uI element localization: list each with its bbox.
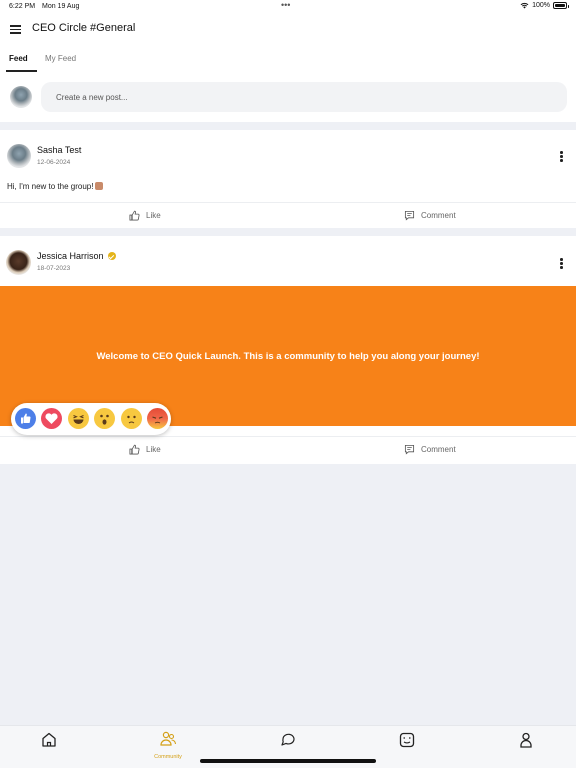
post-actions: Like Comment	[0, 436, 576, 461]
comment-button[interactable]: Comment	[404, 210, 456, 221]
reaction-like-icon[interactable]	[15, 408, 36, 429]
status-bar: 6:22 PM Mon 19 Aug ••• 100%	[0, 0, 576, 14]
reaction-picker	[11, 403, 171, 435]
verified-badge-icon	[107, 252, 116, 260]
battery-fill	[555, 4, 565, 7]
chat-icon	[281, 733, 295, 746]
thumbs-up-icon	[129, 444, 140, 455]
thumbs-up-icon	[129, 210, 140, 221]
author-name: Sasha Test	[37, 145, 82, 155]
reaction-love-icon[interactable]	[41, 408, 62, 429]
battery-percent: 100%	[532, 2, 550, 9]
reaction-haha-icon[interactable]	[68, 408, 89, 429]
wifi-icon	[520, 2, 529, 9]
hamburger-menu-icon[interactable]	[10, 25, 21, 34]
community-icon	[160, 731, 177, 746]
avatar[interactable]	[6, 250, 31, 275]
comment-label: Comment	[421, 445, 456, 454]
avatar[interactable]	[7, 144, 31, 168]
profile-icon	[520, 732, 532, 748]
journal-icon	[399, 732, 415, 748]
author-name: Jessica Harrison	[37, 251, 104, 261]
avatar[interactable]	[10, 86, 32, 108]
like-label: Like	[146, 211, 161, 220]
like-label: Like	[146, 445, 161, 454]
home-indicator[interactable]	[200, 759, 376, 763]
nav-chat[interactable]	[268, 731, 308, 754]
tab-feed[interactable]: Feed	[9, 54, 28, 63]
post-author[interactable]: Sasha Test	[37, 145, 81, 155]
home-icon	[42, 732, 56, 747]
page-title: CEO Circle #General	[32, 22, 136, 34]
tab-my-feed[interactable]: My Feed	[45, 54, 76, 63]
waving-hand-emoji-icon	[95, 182, 104, 190]
create-post-input[interactable]: Create a new post...	[41, 82, 567, 112]
feed-tabs: Feed My Feed	[0, 46, 576, 72]
comment-button[interactable]: Comment	[404, 444, 456, 455]
battery-icon	[553, 2, 569, 9]
reaction-sad-icon[interactable]	[121, 408, 142, 429]
like-button[interactable]: Like	[129, 210, 161, 221]
nav-home[interactable]	[29, 731, 69, 754]
post-text: Hi, I'm new to the group!	[7, 182, 104, 191]
app-header: CEO Circle #General	[0, 14, 576, 46]
post-composer: Create a new post...	[0, 72, 576, 122]
status-time: 6:22 PM	[9, 3, 36, 10]
like-button[interactable]: Like	[129, 444, 161, 455]
multitasking-dots-icon[interactable]: •••	[281, 0, 290, 10]
post-author[interactable]: Jessica Harrison	[37, 251, 116, 261]
status-date: Mon 19 Aug	[42, 3, 80, 10]
post-card: Sasha Test 12-06-2024 Hi, I'm new to the…	[0, 130, 576, 228]
nav-profile[interactable]	[506, 731, 546, 754]
reaction-wow-icon[interactable]	[94, 408, 115, 429]
nav-journal[interactable]	[387, 731, 427, 754]
nav-community[interactable]: Community	[148, 730, 188, 760]
comment-icon	[404, 444, 415, 455]
more-options-icon[interactable]	[560, 151, 564, 163]
comment-label: Comment	[421, 211, 456, 220]
status-right: 100%	[520, 2, 569, 9]
post-actions: Like Comment	[0, 202, 576, 227]
post-date: 12-06-2024	[37, 159, 71, 166]
post-date: 18-07-2023	[37, 265, 71, 272]
more-options-icon[interactable]	[560, 258, 564, 270]
nav-community-label: Community	[154, 754, 182, 760]
post-text-content: Hi, I'm new to the group!	[7, 182, 94, 191]
comment-icon	[404, 210, 415, 221]
reaction-angry-icon[interactable]	[147, 408, 168, 429]
